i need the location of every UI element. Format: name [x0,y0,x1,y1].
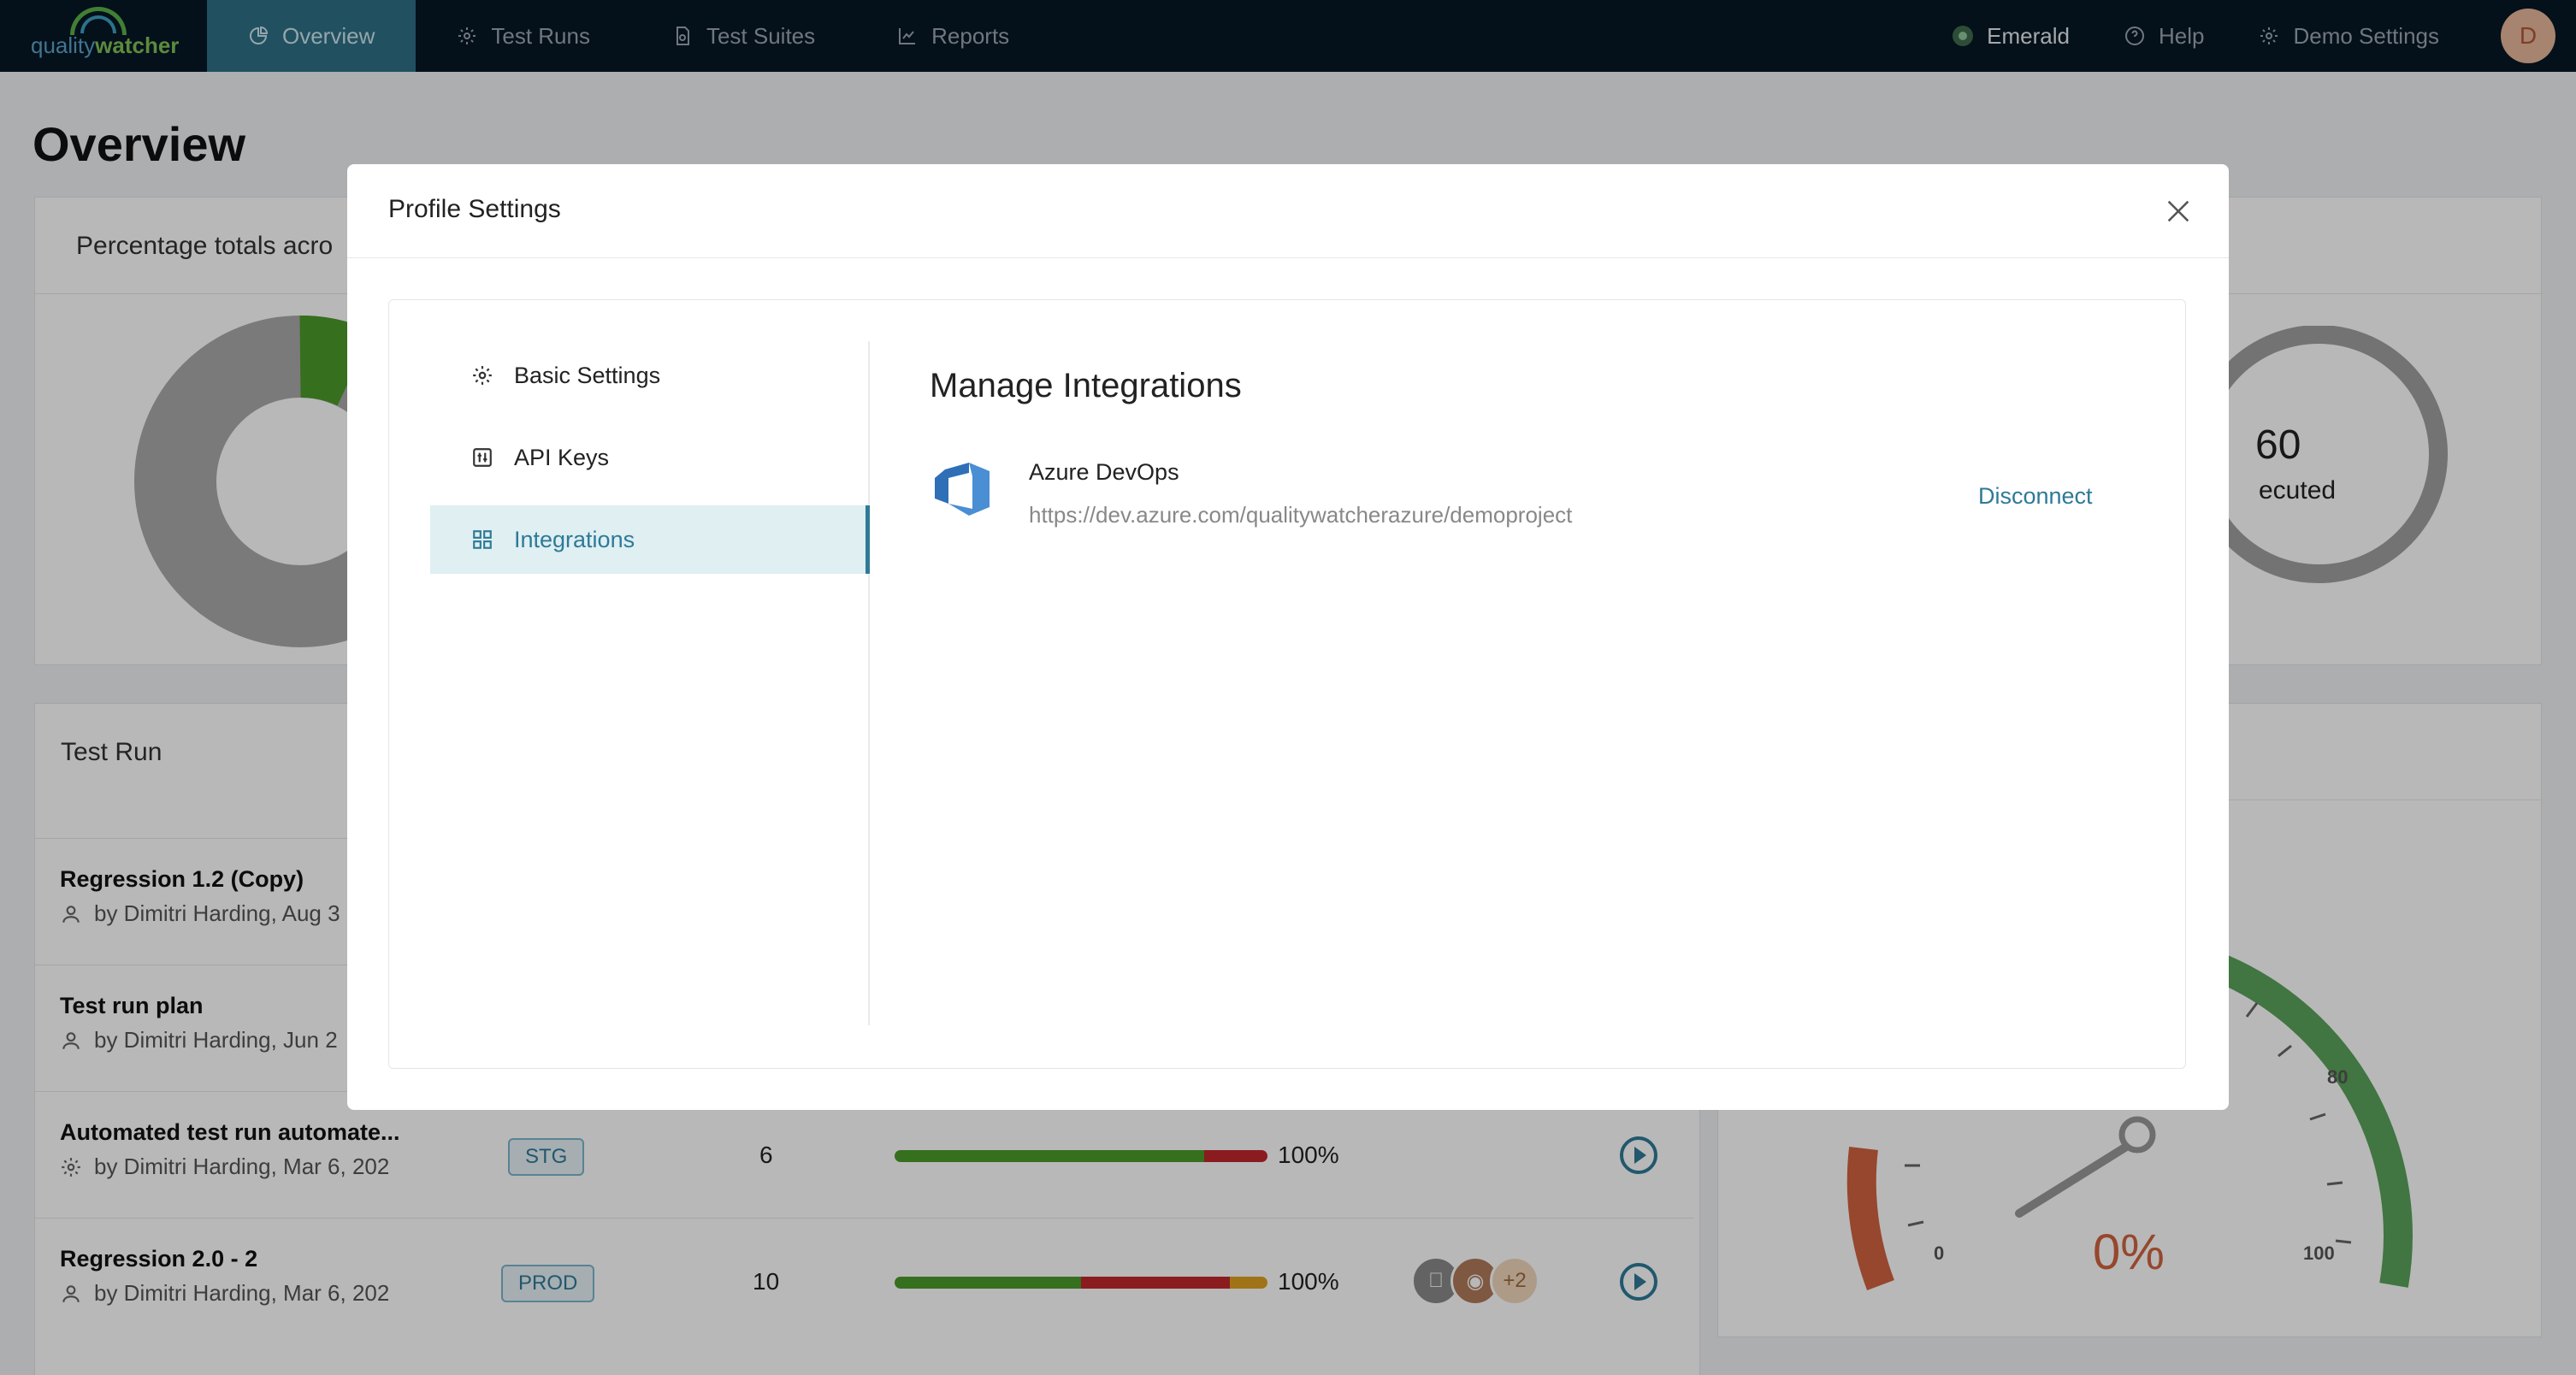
menu-item-api-keys[interactable]: API Keys [430,423,870,492]
modal-header: Profile Settings [347,164,2229,258]
menu-label: Integrations [514,526,635,552]
menu-label: Basic Settings [514,362,661,388]
modal-title: Profile Settings [388,195,561,223]
settings-panel: Basic Settings API Keys Integrations Man… [388,299,2186,1069]
menu-item-integrations[interactable]: Integrations [430,505,870,574]
integration-url: https://dev.azure.com/qualitywatcherazur… [1029,502,1573,528]
profile-settings-modal: Profile Settings Basic Settings API Keys… [347,164,2229,1110]
close-button[interactable] [2164,197,2193,226]
section-title: Manage Integrations [930,367,1242,404]
azure-devops-icon [935,463,990,516]
gear-icon [473,366,492,385]
menu-item-basic-settings[interactable]: Basic Settings [430,341,870,410]
settings-menu: Basic Settings API Keys Integrations [430,341,870,1025]
close-icon [2167,200,2189,222]
disconnect-button[interactable]: Disconnect [1978,483,2093,510]
grid-icon [473,530,492,549]
menu-label: API Keys [514,444,610,470]
key-icon [473,448,492,467]
integration-name: Azure DevOps [1029,459,1179,485]
